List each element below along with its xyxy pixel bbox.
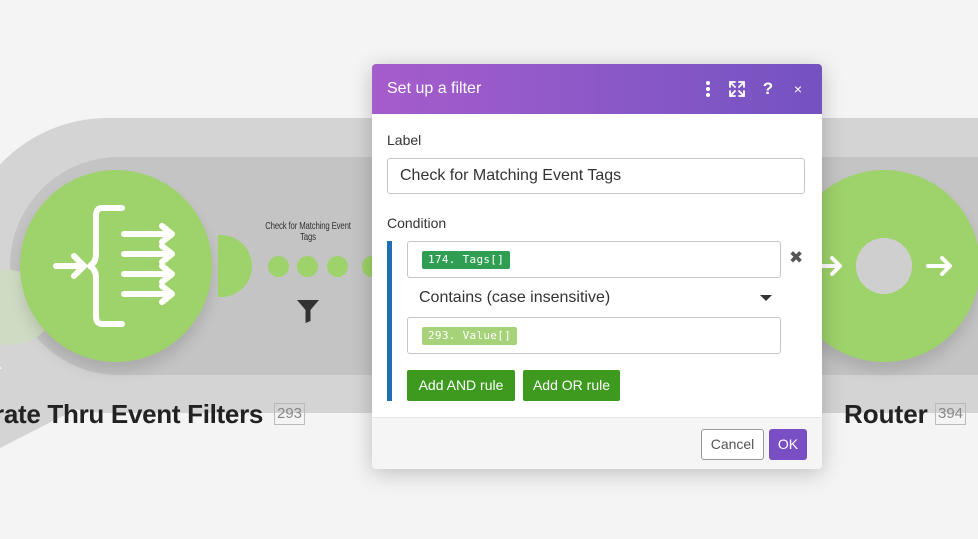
dialog-footer: Cancel OK — [372, 417, 822, 469]
dialog-header: Set up a filter ? × — [372, 64, 822, 114]
route-dot — [327, 256, 348, 277]
iterator-icon — [53, 205, 175, 327]
operator-value: Contains (case insensitive) — [419, 289, 611, 306]
ok-button[interactable]: OK — [769, 429, 807, 460]
router-hub — [856, 238, 912, 294]
iterator-module[interactable] — [20, 170, 212, 362]
dialog-title: Set up a filter — [387, 80, 482, 97]
mapped-variable-pill[interactable]: 174. Tags[] — [422, 251, 511, 269]
close-icon[interactable]: × — [788, 79, 808, 99]
condition-operand-b-field[interactable]: 293. Value[] — [407, 317, 781, 354]
condition-group-bar — [387, 241, 392, 401]
label-input[interactable] — [387, 158, 805, 194]
operator-select[interactable]: Contains (case insensitive) — [407, 286, 781, 308]
arrow-right-icon — [926, 256, 952, 276]
cancel-button[interactable]: Cancel — [701, 429, 764, 460]
route-dot — [297, 256, 318, 277]
module-name-iterator: rate Thru Event Filters — [0, 399, 264, 429]
add-or-rule-button[interactable]: Add OR rule — [523, 370, 620, 401]
route-dot — [268, 256, 289, 277]
filter-dialog: Set up a filter ? × Label Condition 174.… — [372, 64, 822, 469]
caret-down-icon — [760, 295, 772, 301]
kebab-menu-icon[interactable] — [698, 79, 718, 99]
add-and-rule-button[interactable]: Add AND rule — [407, 370, 515, 401]
route-filter-label[interactable]: Check for Matching Event Tags — [261, 221, 355, 243]
module-id-badge: 394 — [935, 403, 967, 425]
remove-condition-icon[interactable]: ✖ — [789, 248, 803, 268]
condition-operand-a-field[interactable]: 174. Tags[] — [407, 241, 781, 278]
filter-icon[interactable] — [296, 298, 320, 324]
expand-icon[interactable] — [727, 79, 747, 99]
mapped-variable-pill[interactable]: 293. Value[] — [422, 327, 518, 345]
help-icon[interactable]: ? — [758, 79, 778, 99]
label-caption: Label — [387, 132, 422, 148]
module-id-badge: 293 — [274, 403, 306, 425]
module-name-router: Router — [844, 399, 928, 429]
condition-caption: Condition — [387, 215, 447, 231]
